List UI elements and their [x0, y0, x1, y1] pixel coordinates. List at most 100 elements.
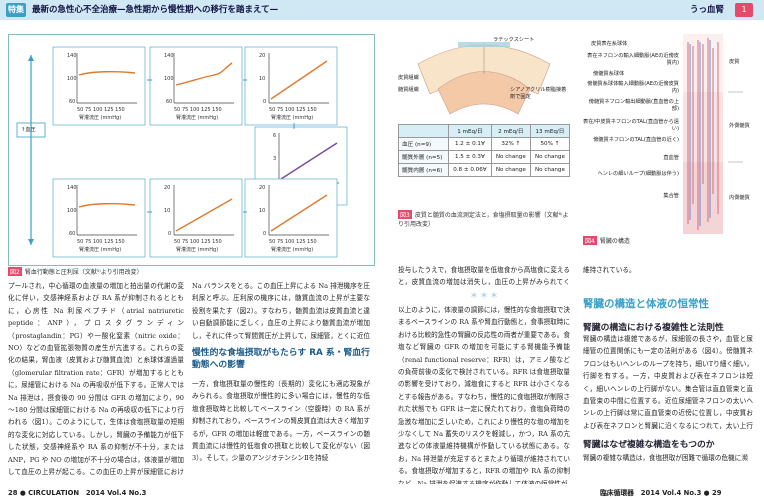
svg-text:100: 100 — [164, 76, 174, 82]
svg-text:20: 20 — [259, 185, 265, 191]
left-column-2-para3: 一方，食塩摂取量の慢性的（長期的）変化にも適応現象がみられる。食塩摂取が慢性的に… — [192, 380, 370, 463]
figure-2-number: 図2 — [8, 267, 22, 276]
medulla-tissue-label: 髄質組織 — [398, 87, 419, 93]
fig4-label: 傍髄質ネフロンのTAL(直血管の近く) — [593, 137, 679, 143]
figure-4-caption: 図4 腎臓の構造 — [583, 236, 753, 245]
section-number: 1 — [735, 3, 753, 17]
right-footer: 臨床循環器 2014 Vol.4 No.3 ● 29 — [600, 489, 722, 497]
table-header-cell: 2 mEq/日 — [490, 124, 531, 138]
figure-3-kidney-diagram — [417, 42, 551, 115]
left-column-1: プールされ，中心循環の血液量の増加と拍出量の代謝の変化に伴い，交感神経系および … — [8, 282, 184, 477]
table-cell: No change — [529, 163, 571, 177]
fig4-label: 傍髄質糸球体輸入細動脈(AEの近傍皮質内) — [587, 81, 679, 94]
table-row: 髄質内層 (n=6) 0.8 ± 0.06∀ No change No chan… — [397, 163, 571, 177]
fig4-label: 傍髄質ネフロン輸出細動脈(直血管の上部) — [588, 99, 679, 112]
svg-text:50 75 100 125 150: 50 75 100 125 150 — [269, 107, 317, 113]
table-cell: 32% ↑ — [490, 137, 531, 151]
svg-text:140: 140 — [164, 53, 174, 59]
fig4-label: 傍髄質糸球体 — [593, 71, 625, 77]
table-cell: 1.5 ± 0.3∀ — [448, 150, 492, 164]
fig4-zone-label: 皮質 — [729, 59, 740, 65]
fig4-label: 直血管 — [663, 155, 679, 161]
svg-text:腎灌流圧 (mmHg): 腎灌流圧 (mmHg) — [271, 246, 313, 253]
svg-text:50 75 100 125 150: 50 75 100 125 150 — [269, 239, 317, 245]
table-cell: 髄質内層 (n=6) — [397, 163, 450, 177]
section-break-stars: ＊＊＊ — [470, 291, 500, 300]
svg-text:0: 0 — [263, 99, 266, 105]
section-label: うっ血腎 — [690, 5, 725, 15]
table-header-cell: 13 mEq/日 — [529, 124, 571, 138]
figure-3-table: 1 mEq/日 2 mEq/日 13 mEq/日 血圧 (n=9) 1.2 ± … — [397, 124, 571, 177]
table-header-row: 1 mEq/日 2 mEq/日 13 mEq/日 — [397, 124, 571, 138]
figure-3-frame: ラテックスシート 皮質組織 髄質組織 シアノアクリル樹脂接着剤で固定 1 mEq… — [397, 34, 571, 234]
table-cell: No change — [529, 150, 571, 164]
table-cell: No change — [490, 150, 531, 164]
figure-2-frame: 140 100 60 50 75 100 125 150 腎灌流圧 (mmHg) 1… — [8, 34, 375, 266]
fig4-label: 表在/中皮質ネフロンのTAL(直血管から遠い) — [583, 119, 679, 132]
svg-text:50 75 100 125 150: 50 75 100 125 150 — [174, 107, 222, 113]
figure-3-caption: 図3 皮質と髄質の血流測定法と，食塩摂取量の影響（文献⁶⁾より引用改変） — [398, 210, 570, 228]
latex-sheet-label: ラテックスシート — [493, 37, 535, 43]
section-heading-structure: 腎臓の構造と体液の恒常性 — [583, 298, 709, 310]
figure-3-number: 図3 — [398, 210, 412, 219]
section-heading-ra: 慢性的な食塩摂取がもたらす RA 系・腎血行動態への影響 — [192, 348, 370, 370]
table-cell: 髄質外層 (n=5) — [397, 150, 450, 164]
figure-2-diagram: 14010060 50 75 100 125 150 腎灌流圧 (mmHg) 1… — [16, 46, 348, 258]
cortex-tissue-label: 皮質組織 — [398, 75, 419, 81]
feature-badge: 特集 — [6, 3, 26, 17]
fig4-zone-label: 外側髄質 — [729, 123, 750, 129]
svg-text:10: 10 — [164, 208, 170, 214]
svg-text:140: 140 — [67, 53, 77, 59]
figure-2-caption-text: 腎血行動態と圧利尿（文献⁵⁾より引用改変） — [24, 269, 143, 276]
table-cell: 1.2 ± 0.1∀ — [448, 137, 492, 151]
svg-text:50 75 100 125 150: 50 75 100 125 150 — [77, 239, 125, 245]
right-col-2-para3: 腎臓の構造は複雑であるが，尿細管の長さや，血管と尿細管の位置関係にも一定の法則が… — [583, 335, 753, 429]
svg-text:50 75 100 125 150: 50 75 100 125 150 — [77, 107, 125, 113]
svg-text:6: 6 — [273, 133, 276, 139]
svg-text:100: 100 — [67, 208, 77, 214]
svg-text:腎灌流圧 (mmHg): 腎灌流圧 (mmHg) — [176, 246, 218, 253]
figure-4-frame: 皮質表在糸球体 表在ネフロンの輸入細動脈(AEの近傍皮質内) 傍髄質糸球体 傍髄… — [583, 34, 753, 245]
fig4-label: ヘンレの細いループ(細動脈は伴う) — [597, 171, 679, 177]
table-header-cell: 1 mEq/日 — [448, 124, 492, 138]
right-col-2-para4: 腎臓の複雑な構造は，食塩摂取が困難で循環の危機に瀕 — [583, 454, 748, 462]
svg-text:0: 0 — [263, 231, 266, 237]
subheading-complexity: 腎臓の構造における複雑性と法則性 — [583, 323, 724, 333]
figure-3-caption-text: 皮質と髄質の血流測定法と，食塩摂取量の影響（文献⁶⁾より引用改変） — [398, 212, 569, 228]
svg-text:60: 60 — [166, 99, 172, 105]
svg-text:3: 3 — [273, 156, 276, 162]
svg-text:10: 10 — [259, 208, 265, 214]
table-row: 髄質外層 (n=5) 1.5 ± 0.3∀ No change No chang… — [397, 150, 571, 164]
svg-text:60: 60 — [69, 99, 75, 105]
subheading-why-complex: 腎臓はなぜ複雑な構造をもつのか — [583, 440, 715, 450]
svg-text:腎灌流圧 (mmHg): 腎灌流圧 (mmHg) — [79, 114, 121, 121]
table-cell: No change — [490, 163, 531, 177]
svg-text:0: 0 — [168, 231, 171, 237]
glue-label: シアノアクリル樹脂接着剤で固定 — [510, 87, 567, 100]
table-cell: 50% ↑ — [529, 137, 571, 151]
right-col-1-para2: 以上のように，体液量の調節には，慢性的な食塩摂取で決まるベースラインの RA 系… — [398, 306, 570, 484]
svg-text:100: 100 — [67, 76, 77, 82]
table-cell: 0.8 ± 0.06∀ — [448, 163, 492, 177]
running-title: 最新の急性心不全治療—急性期から慢性期への移行を踏まえて— — [32, 5, 279, 15]
blood-pressure-up-label: ↑血圧 — [21, 127, 36, 133]
svg-text:腎灌流圧 (mmHg): 腎灌流圧 (mmHg) — [79, 246, 121, 253]
svg-text:140: 140 — [67, 185, 77, 191]
svg-text:20: 20 — [164, 185, 170, 191]
figure-4-caption-text: 腎臓の構造 — [599, 238, 630, 245]
fig4-zone-label: 内側髄質 — [729, 195, 750, 201]
table-header-cell — [397, 124, 450, 138]
table-cell: 血圧 (n=9) — [397, 137, 450, 151]
left-footer: 28 ● CIRCULATION 2014 Vol.4 No.3 — [8, 489, 147, 497]
fig4-label: 表在ネフロンの輸入細動脈(AEの近傍皮質内) — [587, 53, 679, 66]
svg-text:10: 10 — [259, 76, 265, 82]
right-col-2-para1b: 維持されている。 — [583, 266, 636, 274]
svg-text:50 75 100 125 150: 50 75 100 125 150 — [174, 239, 222, 245]
svg-text:60: 60 — [69, 231, 75, 237]
figure-2-caption: 図2 腎血行動態と圧利尿（文献⁵⁾より引用改変） — [8, 267, 373, 276]
svg-text:腎灌流圧 (mmHg): 腎灌流圧 (mmHg) — [176, 114, 218, 121]
fig4-label: 皮質表在糸球体 — [591, 41, 628, 47]
table-row: 血圧 (n=9) 1.2 ± 0.1∀ 32% ↑ 50% ↑ — [397, 137, 571, 151]
left-column-2-para: Na バランスをとる。この血圧上昇による Na 排泄機序を圧利尿と呼ぶ。圧利尿の… — [192, 282, 370, 340]
right-col-1-para1: 投与したうえで，食塩摂取量を低塩食から高塩食に変えると，皮質血流の増加は消失し，… — [398, 266, 570, 287]
